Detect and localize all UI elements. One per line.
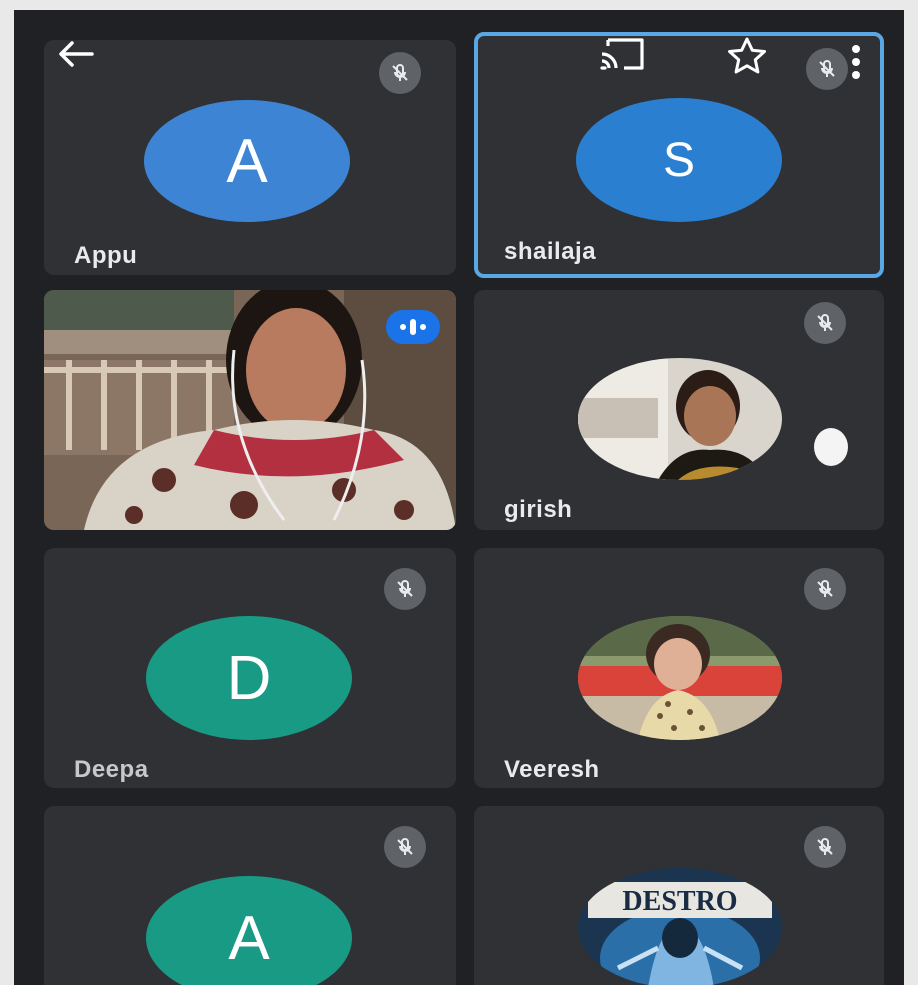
mic-off-icon — [384, 568, 426, 610]
meet-grid-screen: A Appu S shailaja girish D Deepa Veeresh… — [14, 10, 904, 985]
profile-photo — [578, 358, 782, 480]
audio-level-icon — [386, 310, 440, 344]
avatar: A — [146, 876, 352, 985]
participant-tile[interactable]: Veeresh — [474, 548, 884, 788]
avatar: A — [144, 100, 350, 222]
participant-tile[interactable]: DESTRO — [474, 806, 884, 985]
avatar: S — [576, 98, 782, 222]
more-vert-icon — [852, 45, 860, 79]
cast-button[interactable] — [596, 34, 648, 74]
cast-icon — [600, 38, 644, 70]
participant-tile[interactable]: A — [44, 806, 456, 985]
back-button[interactable] — [52, 34, 100, 74]
cursor-dot — [814, 428, 848, 466]
mic-off-icon — [804, 568, 846, 610]
participant-name: Veeresh — [504, 756, 600, 783]
participant-video-tile[interactable] — [44, 290, 456, 530]
participant-tile[interactable]: girish — [474, 290, 884, 530]
participant-name: girish — [504, 496, 573, 523]
more-options-button[interactable] — [846, 40, 866, 84]
arrow-left-icon — [59, 41, 94, 67]
participant-name: Deepa — [74, 756, 149, 783]
mic-off-icon — [384, 826, 426, 868]
participant-name: shailaja — [504, 238, 597, 265]
star-button[interactable] — [724, 34, 770, 78]
profile-photo — [578, 616, 782, 740]
top-bar — [14, 10, 904, 80]
participant-name: Appu — [74, 242, 138, 269]
mic-off-icon — [804, 302, 846, 344]
participant-tile[interactable]: D Deepa — [44, 548, 456, 788]
avatar: D — [146, 616, 352, 740]
logo-photo: DESTRO — [578, 868, 782, 985]
svg-text:DESTRO: DESTRO — [622, 886, 737, 917]
star-outline-icon — [728, 37, 766, 74]
mic-off-icon — [804, 826, 846, 868]
